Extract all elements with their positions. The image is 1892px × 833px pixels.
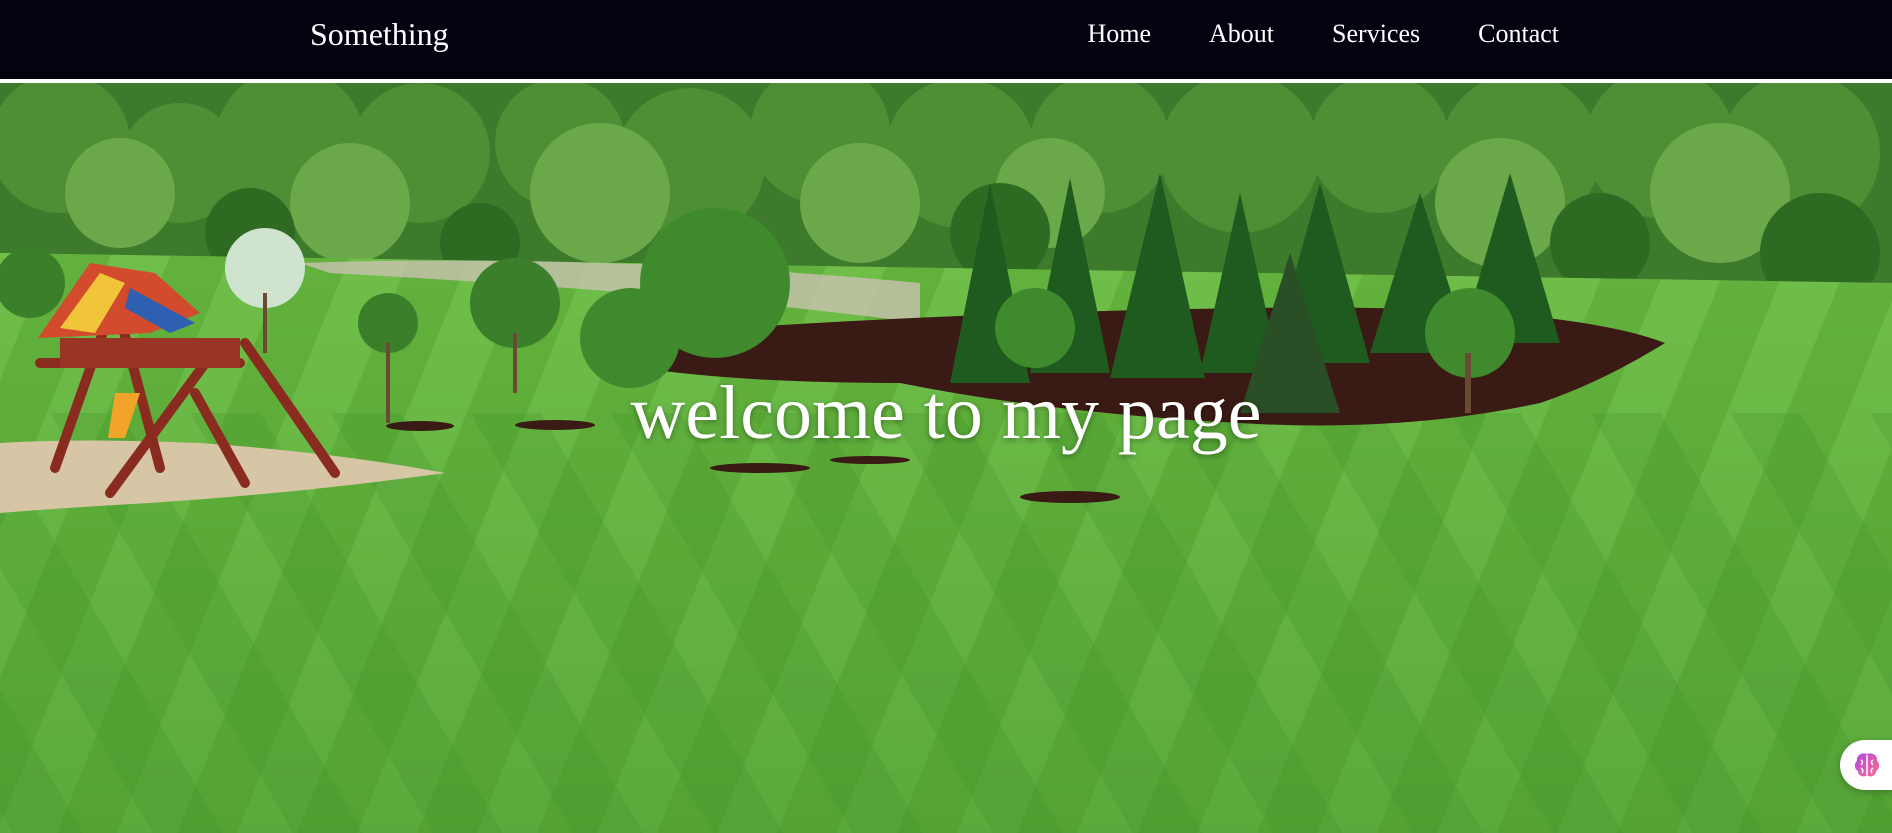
nav-link-home[interactable]: Home bbox=[1087, 19, 1151, 49]
assistant-widget-button[interactable] bbox=[1840, 740, 1892, 790]
hero-background-image bbox=[0, 83, 1892, 833]
nav-link-about[interactable]: About bbox=[1209, 19, 1274, 49]
hero-section: welcome to my page bbox=[0, 83, 1892, 833]
brain-icon bbox=[1854, 753, 1880, 777]
nav-link-contact[interactable]: Contact bbox=[1478, 19, 1559, 49]
hero-title: welcome to my page bbox=[630, 371, 1262, 455]
brand-logo-link[interactable]: Something bbox=[310, 16, 449, 53]
top-navbar: Something Home About Services Contact bbox=[0, 0, 1892, 79]
main-nav: Home About Services Contact bbox=[1087, 19, 1559, 49]
nav-link-services[interactable]: Services bbox=[1332, 19, 1420, 49]
